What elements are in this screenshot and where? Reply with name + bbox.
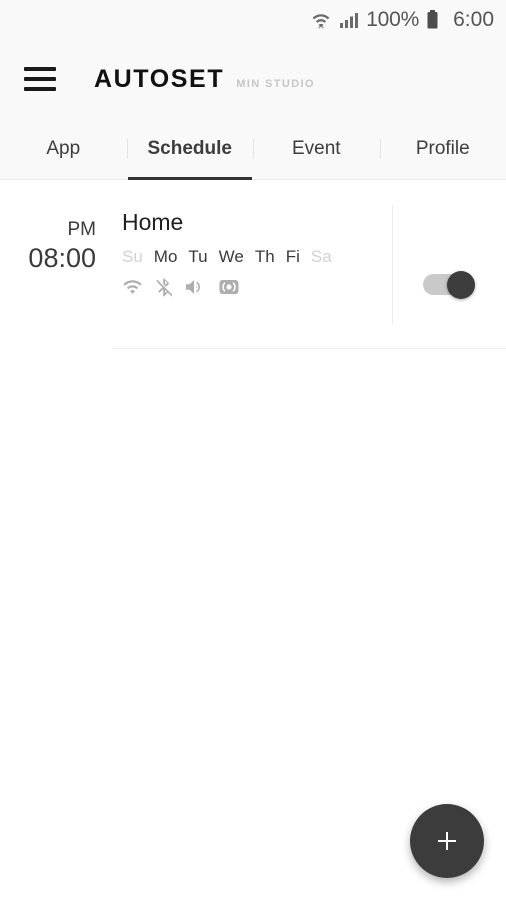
cellular-signal-icon	[339, 10, 359, 30]
tab-app[interactable]: App	[0, 118, 127, 179]
hotspot-icon	[218, 277, 240, 297]
wifi-data-icon	[310, 10, 332, 30]
add-schedule-fab[interactable]	[410, 804, 484, 878]
brand-title: AUTOSET	[94, 64, 225, 93]
schedule-enable-toggle[interactable]	[423, 271, 475, 299]
status-clock: 6:00	[453, 8, 494, 31]
schedule-toggle-area	[392, 206, 506, 348]
schedule-row[interactable]: PM 08:00 Home Su Mo Tu We Th Fi Sa	[0, 180, 506, 348]
hamburger-bar	[24, 87, 56, 91]
day-th[interactable]: Th	[255, 247, 275, 267]
brand: AUTOSET MIN STUDIO	[94, 65, 315, 94]
schedule-details: Home Su Mo Tu We Th Fi Sa	[112, 206, 392, 300]
bluetooth-off-icon	[155, 276, 172, 298]
schedule-list: PM 08:00 Home Su Mo Tu We Th Fi Sa	[0, 180, 506, 349]
brand-subtitle: MIN STUDIO	[236, 77, 315, 90]
app-bar: AUTOSET MIN STUDIO	[0, 40, 506, 118]
volume-icon	[184, 277, 206, 297]
day-sa[interactable]: Sa	[311, 247, 332, 267]
tab-bar: App Schedule Event Profile	[0, 118, 506, 180]
day-fi[interactable]: Fi	[286, 247, 300, 267]
schedule-meridiem: PM	[67, 219, 97, 240]
toggle-thumb	[447, 271, 475, 299]
hamburger-menu-icon[interactable]	[24, 67, 56, 91]
schedule-time: PM 08:00	[0, 206, 112, 276]
day-we[interactable]: We	[219, 247, 244, 267]
status-bar: 100% 6:00	[0, 0, 506, 40]
hamburger-bar	[24, 67, 56, 71]
wifi-icon	[122, 278, 143, 295]
day-mo[interactable]: Mo	[154, 247, 178, 267]
schedule-flags	[122, 274, 392, 300]
schedule-days: Su Mo Tu We Th Fi Sa	[122, 247, 392, 267]
schedule-title: Home	[122, 209, 184, 235]
row-divider	[112, 348, 506, 349]
tab-event[interactable]: Event	[253, 118, 380, 179]
tab-profile[interactable]: Profile	[380, 118, 506, 179]
battery-percent-label: 100%	[366, 8, 420, 31]
day-su[interactable]: Su	[122, 247, 143, 267]
battery-icon	[426, 9, 439, 31]
hamburger-bar	[24, 77, 56, 81]
schedule-time-value: 08:00	[28, 242, 96, 273]
day-tu[interactable]: Tu	[188, 247, 207, 267]
plus-icon	[438, 832, 456, 850]
tab-schedule[interactable]: Schedule	[127, 118, 254, 180]
